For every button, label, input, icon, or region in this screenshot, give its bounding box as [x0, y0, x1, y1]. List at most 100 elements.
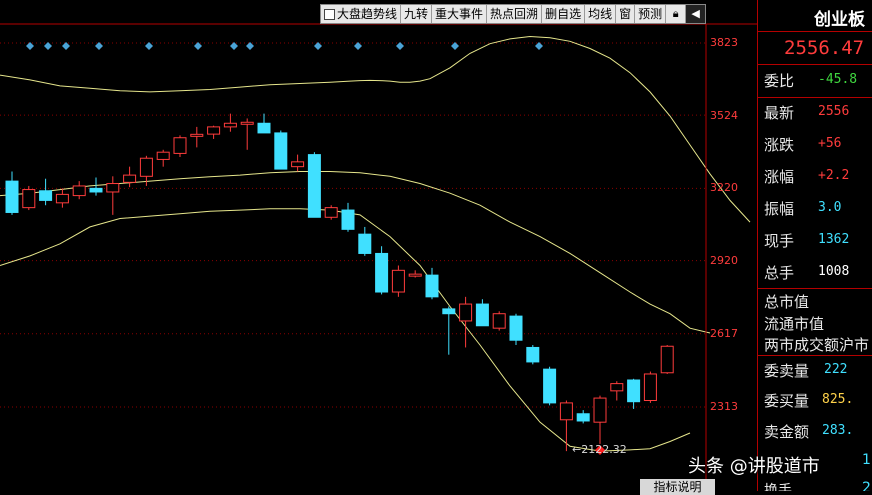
candle-body-down [475, 303, 489, 327]
candle-body-down [39, 190, 53, 201]
turnover-label: 两市成交额沪市 [764, 336, 870, 354]
candle [375, 246, 389, 295]
quote-row-current-volume: 现手 1362 [764, 232, 850, 250]
candle [660, 345, 674, 374]
candle [22, 185, 36, 211]
candles [5, 113, 674, 452]
candle-body-up [106, 183, 120, 193]
candle-body-down [425, 274, 439, 298]
candle-body-up [55, 193, 69, 204]
candle-body-up [408, 273, 422, 277]
event-marker-icon[interactable] [44, 42, 52, 50]
candle [492, 311, 506, 331]
candlestick-chart[interactable] [0, 0, 757, 491]
candle-body-down [274, 132, 288, 170]
quote-row-bid-volume: 委买量 825. [764, 392, 854, 410]
lock-icon[interactable]: 🔒︎ [666, 5, 687, 23]
divider [758, 64, 872, 65]
quote-row-bid-ratio: 委比 -45.8 [764, 72, 858, 90]
candle-body-up [324, 207, 338, 218]
candle [610, 381, 624, 401]
toolbar-delete-watchlist[interactable]: 删自选 [542, 5, 586, 23]
checkbox-icon[interactable] [324, 8, 335, 20]
toolbar-nine-turn[interactable]: 九转 [401, 5, 433, 23]
candle-body-up [492, 313, 506, 329]
candle-body-down [576, 413, 590, 422]
candle [559, 400, 573, 452]
candle [475, 299, 489, 327]
event-marker-icon[interactable] [396, 42, 404, 50]
divider [758, 97, 872, 98]
candle [576, 410, 590, 424]
candle [627, 378, 641, 409]
candle [459, 296, 473, 348]
boll-mid-line [0, 171, 711, 334]
candle [39, 178, 53, 206]
candle [55, 188, 69, 208]
candle-body-up [559, 402, 573, 421]
candle [274, 130, 288, 170]
candle-body-up [459, 303, 473, 322]
candle-body-up [139, 157, 153, 177]
quote-panel: 创业板 2556.47 委比 -45.8 最新 2556 涨跌 +56 涨幅 +2.2 … [757, 0, 872, 491]
axis-tick-label: 3823 [710, 36, 738, 49]
candle-body-up [190, 133, 204, 137]
divider [758, 31, 872, 32]
candle [643, 371, 657, 403]
divider [758, 355, 872, 356]
total-market-cap-label: 总市值 [764, 293, 810, 311]
toolbar-moving-average[interactable]: 均线 [585, 5, 617, 23]
partial-value: 1. [862, 452, 872, 468]
candle [593, 395, 607, 444]
candle-body-up [173, 137, 187, 154]
candle [425, 267, 439, 300]
quote-row-change: 涨跌 +56 [764, 136, 842, 154]
index-price: 2556.47 [784, 37, 865, 59]
candle-body-up [72, 185, 86, 197]
candle [207, 125, 221, 139]
toolbar-hotspot-review[interactable]: 热点回溯 [487, 5, 543, 23]
candle-body-down [442, 308, 456, 315]
axis-tick-label: 2920 [710, 254, 738, 267]
candle-body-down [509, 315, 523, 341]
toolbar-window[interactable]: 窗 [616, 5, 636, 23]
candle-body-down [89, 187, 103, 193]
toolbar-trendline[interactable]: 大盘趋势线 [321, 5, 402, 23]
float-market-cap-label: 流通市值 [764, 315, 825, 333]
candle [543, 366, 557, 406]
candle [106, 176, 120, 215]
axis-tick-label: 2617 [710, 327, 738, 340]
play-back-icon[interactable]: ◀ [686, 5, 706, 23]
candle [173, 135, 187, 158]
candle [341, 202, 355, 232]
candle-body-up [240, 121, 254, 125]
candle [5, 171, 19, 215]
candle-body-up [22, 189, 36, 209]
candle-body-up [391, 269, 405, 293]
candle [408, 270, 422, 278]
quote-row-total-volume: 总手 1008 [764, 264, 850, 282]
candle [526, 345, 540, 365]
candle-body-up [156, 151, 170, 160]
candle [72, 181, 86, 200]
turnover-rate-label: 换手 [764, 483, 792, 491]
candle [156, 149, 170, 167]
indicator-help-tab[interactable]: 指标说明 [640, 479, 715, 495]
candle-body-up [593, 397, 607, 423]
candle [223, 113, 237, 132]
axis-tick-label: 3524 [710, 109, 738, 122]
candle-body-up [123, 174, 137, 183]
candle-body-up [643, 373, 657, 401]
toolbar-forecast[interactable]: 预测 [635, 5, 667, 23]
candle [257, 113, 271, 134]
axis-tick-label: 2313 [710, 400, 738, 413]
candle [89, 177, 103, 196]
candle-body-down [257, 122, 271, 134]
quote-row-change-pct: 涨幅 +2.2 [764, 168, 850, 186]
chart-toolbar: 大盘趋势线 九转 重大事件 热点回溯 删自选 均线 窗 预测 🔒︎ ◀ [320, 4, 707, 24]
event-marker-icon[interactable] [145, 42, 153, 50]
toolbar-major-events[interactable]: 重大事件 [432, 5, 488, 23]
candle [190, 126, 204, 148]
candle-body-down [526, 346, 540, 363]
candle-body-up [291, 161, 305, 168]
